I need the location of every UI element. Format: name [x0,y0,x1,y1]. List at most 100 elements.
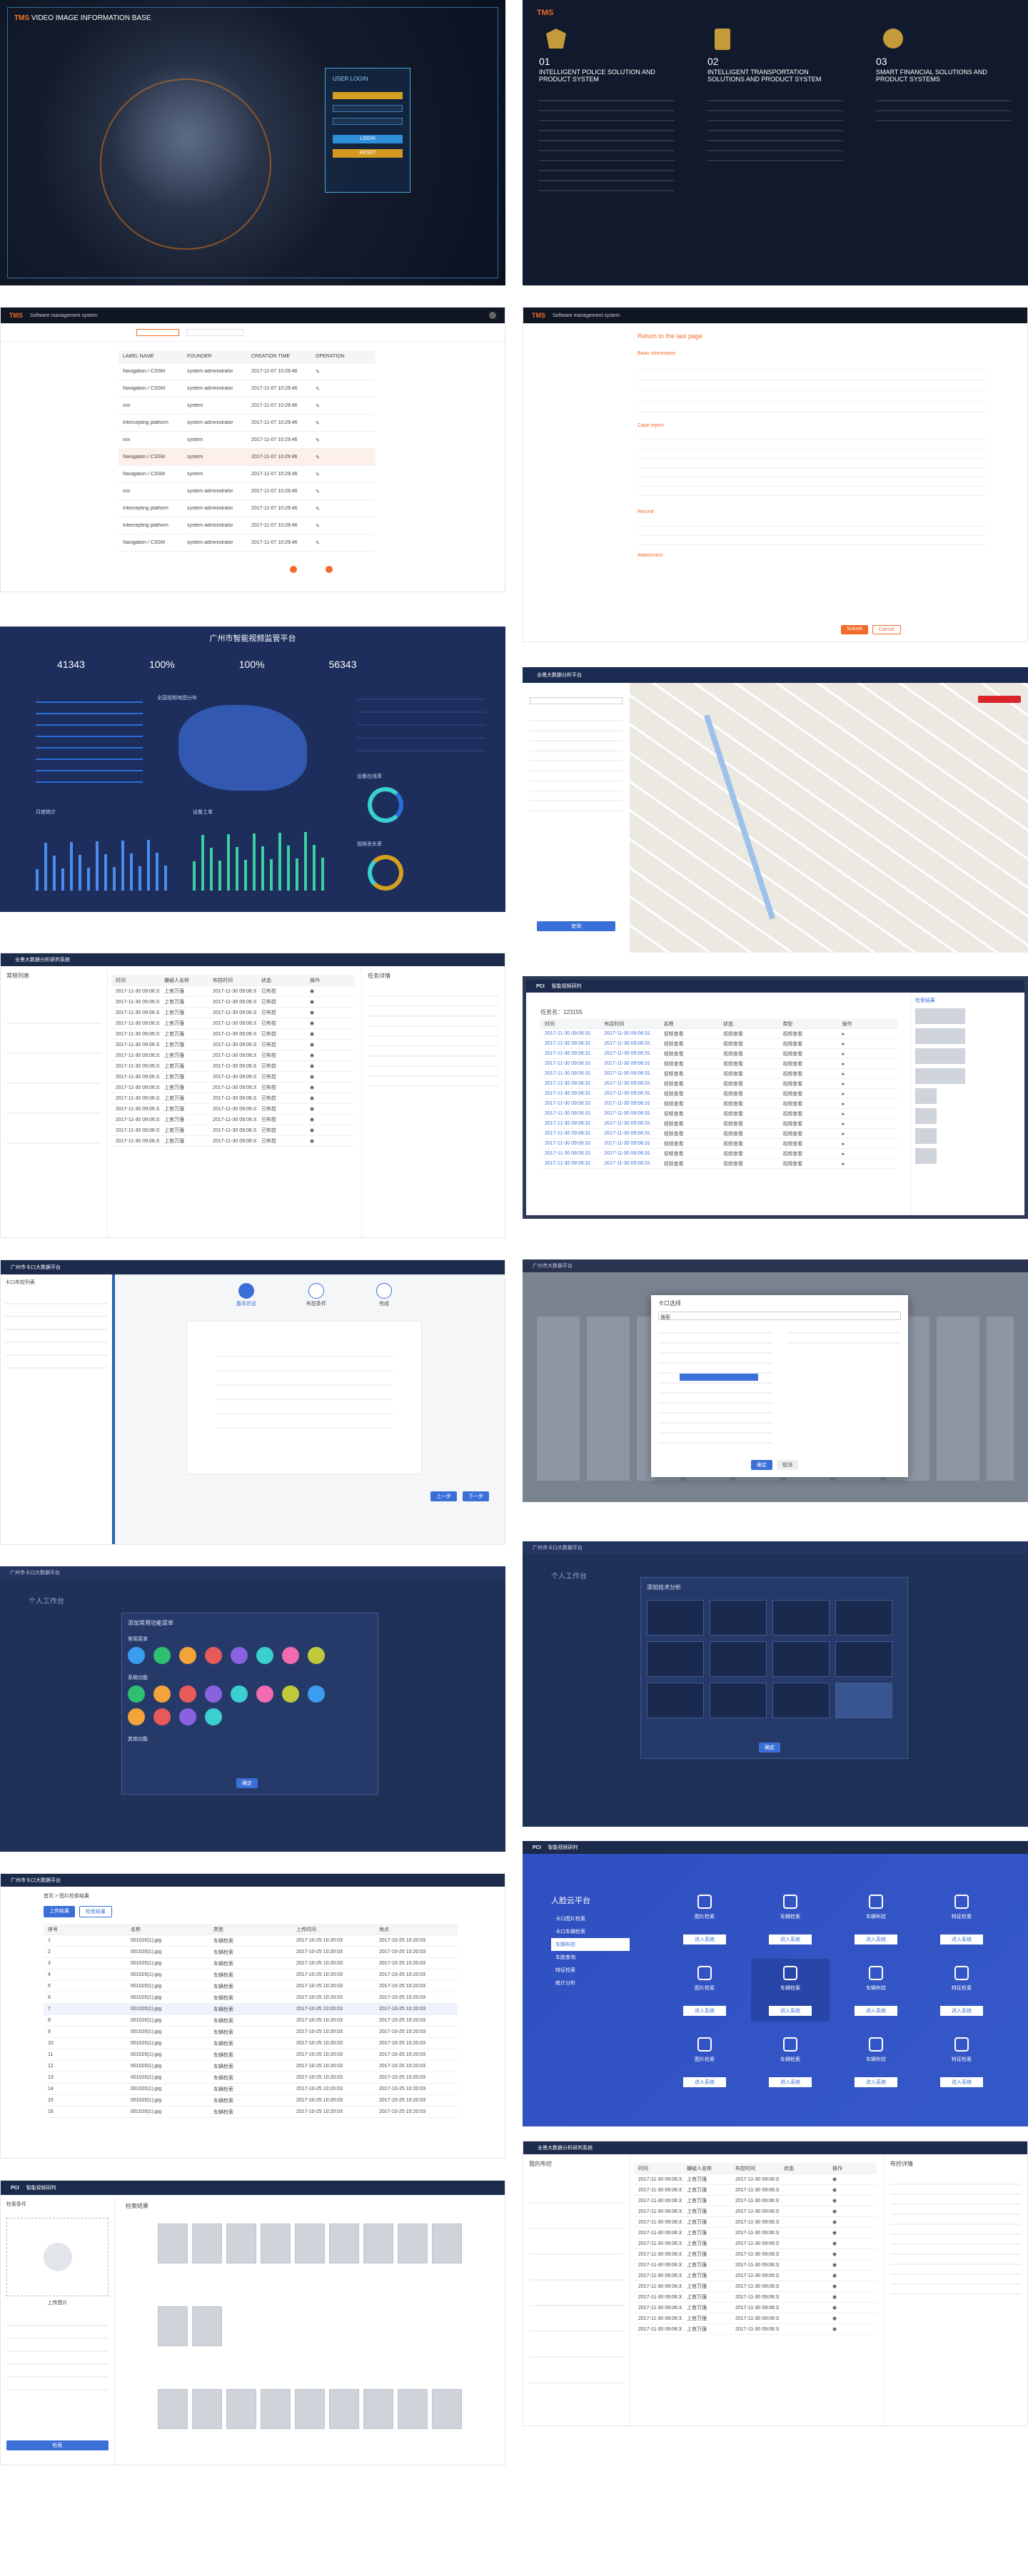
view-icon[interactable]: ◉ [306,999,354,1005]
search-input[interactable] [530,697,623,704]
result-thumbnail[interactable] [915,1048,965,1064]
detail-icon[interactable]: ▸ [838,1041,897,1047]
tree-list[interactable] [658,1324,772,1445]
feature-tile[interactable]: 车辆布控 进入系统 [837,1959,915,2022]
pagination[interactable] [290,566,333,573]
result-image[interactable] [192,2223,222,2263]
detail-icon[interactable]: ▸ [838,1121,897,1127]
edit-icon[interactable]: ✎ [311,455,376,460]
table-row[interactable]: 2017-11-30 09:06:31 上官万强 2017-11-30 09:06:… [634,2260,877,2271]
view-icon[interactable]: ◉ [828,2283,877,2289]
view-icon[interactable]: ◉ [306,1020,354,1026]
table-row[interactable]: 10 001020(1).jpg 车辆检索 2017-10-25 10:20:03 20… [44,2038,458,2049]
menu-function-icon[interactable] [231,1685,248,1703]
menu-function-icon[interactable] [308,1647,325,1664]
analysis-chart-thumbnail[interactable] [835,1641,892,1677]
street-map[interactable] [630,683,1028,953]
table-row[interactable]: 2017-11-30 09:06:31 上官万强 2017-11-30 09:06:… [634,2174,877,2185]
table-row[interactable]: 2017-11-30 09:06:31 上官万强 2017-11-30 09:06:… [111,1125,354,1136]
table-row[interactable]: 2017-11-30 09:06:31 上官万强 2017-11-30 09:06:… [111,1008,354,1018]
table-row[interactable]: 11 001020(1).jpg 车辆检索 2017-10-25 10:20:03 20… [44,2049,458,2061]
table-row[interactable]: Intercepting platform system administrato… [119,415,376,432]
table-row[interactable]: 2017-11-30 09:06:31 上官万强 2017-11-30 09:06:… [634,2292,877,2303]
modal-search[interactable]: 搜索 [658,1312,901,1320]
feature-tile[interactable]: 车辆检索 进入系统 [751,1959,830,2022]
table-row[interactable]: Intercepting platform system administrato… [119,517,376,534]
analysis-chart-thumbnail[interactable] [772,1641,830,1677]
result-thumbnail[interactable] [915,1028,965,1044]
table-row[interactable]: 2017-11-30 09:06:31 上官万强 2017-11-30 09:06:… [634,2238,877,2249]
menu-function-icon[interactable] [153,1708,171,1725]
result-thumbnail[interactable] [915,1148,937,1164]
table-row[interactable]: 2017-11-30 09:06:31 上官万强 2017-11-30 09:06:… [634,2271,877,2281]
next-page-button[interactable] [326,566,333,573]
ok-button[interactable]: 确定 [751,1460,772,1470]
menu-function-icon[interactable] [179,1647,196,1664]
table-row[interactable]: 2017-11-30 09:06:31 上官万强 2017-11-30 09:06:… [111,1050,354,1061]
table-row[interactable]: 2017-11-30 09:06:31 2017-11-30 09:06:31 视频… [540,1039,897,1049]
enter-button[interactable]: 进入系统 [855,2077,897,2087]
detail-icon[interactable]: ▸ [838,1091,897,1097]
edit-icon[interactable]: ✎ [311,386,376,392]
result-image[interactable] [329,2389,359,2429]
analysis-chart-thumbnail[interactable] [647,1600,704,1636]
table-row[interactable]: Navigation / CSSM system 2017-11-07 10:29:… [119,466,376,483]
menu-function-icon[interactable] [179,1708,196,1725]
edit-icon[interactable]: ✎ [311,403,376,409]
detail-icon[interactable]: ▸ [838,1071,897,1077]
map-badge[interactable] [978,696,1021,703]
table-row[interactable]: 2017-11-30 09:06:31 上官万强 2017-11-30 09:06:… [634,2281,877,2292]
result-image[interactable] [398,2389,428,2429]
captcha-input[interactable] [333,118,403,125]
result-image[interactable] [363,2223,393,2263]
table-row[interactable]: 2017-11-30 09:06:31 2017-11-30 09:06:31 视频… [540,1029,897,1039]
table-row[interactable]: 2017-11-30 09:06:31 上官万强 2017-11-30 09:06:… [111,1136,354,1147]
table-row[interactable]: 2017-11-30 09:06:31 上官万强 2017-11-30 09:06:… [111,1082,354,1093]
cancel-button[interactable]: 取消 [777,1460,798,1470]
menu-function-icon[interactable] [256,1647,273,1664]
result-image[interactable] [398,2223,428,2263]
side-menu-item[interactable]: 卡口图片检索 [551,1912,630,1925]
table-row[interactable]: Navigation / CSSM system administrator 201… [119,380,376,397]
view-icon[interactable]: ◉ [828,2305,877,2311]
table-row[interactable]: 2017-11-30 09:06:31 上官万强 2017-11-30 09:06:… [111,1029,354,1040]
enter-button[interactable]: 进入系统 [855,2006,897,2016]
side-items[interactable] [5,1292,108,1377]
table-row[interactable]: Navigation / CSSM system administrator 201… [119,363,376,380]
ok-button[interactable]: 确定 [759,1743,780,1753]
enter-button[interactable]: 进入系统 [855,1934,897,1944]
detail-icon[interactable]: ▸ [838,1081,897,1087]
edit-icon[interactable]: ✎ [311,420,376,426]
table-row[interactable]: 2017-11-30 09:06:31 上官万强 2017-11-30 09:06:… [634,2217,877,2228]
result-thumbnail[interactable] [915,1068,965,1084]
table-row[interactable]: 2017-11-30 09:06:31 2017-11-30 09:06:31 视频… [540,1059,897,1069]
prev-button[interactable]: 上一步 [430,1491,457,1501]
result-image[interactable] [158,2223,188,2263]
feature-tile[interactable]: 图片检索 进入系统 [665,2030,744,2093]
user-avatar[interactable] [489,312,496,319]
view-icon[interactable]: ◉ [828,2198,877,2204]
table-row[interactable]: 2017-11-30 09:06:31 2017-11-30 09:06:31 视频… [540,1149,897,1159]
table-row[interactable]: 4 001020(1).jpg 车辆检索 2017-10-25 10:20:03 201… [44,1969,458,1981]
login-button[interactable]: LOGIN [333,135,403,143]
detail-icon[interactable]: ▸ [838,1061,897,1067]
table-row[interactable]: xxx system 2017-11-07 10:29:46 ✎ [119,397,376,415]
view-icon[interactable]: ◉ [828,2251,877,2257]
prev-page-button[interactable] [290,566,297,573]
table-row[interactable]: 2017-11-30 09:06:31 2017-11-30 09:06:31 视频… [540,1129,897,1139]
analysis-chart-thumbnail[interactable] [710,1600,767,1636]
detail-icon[interactable]: ▸ [838,1111,897,1117]
table-row[interactable]: 2017-11-30 09:06:31 上官万强 2017-11-30 09:06:… [634,2249,877,2260]
enter-button[interactable]: 进入系统 [769,2006,812,2016]
view-icon[interactable]: ◉ [306,1074,354,1080]
table-row[interactable]: xxx system 2017-11-07 10:29:46 ✎ [119,432,376,449]
detail-icon[interactable]: ▸ [838,1141,897,1147]
table-row[interactable]: 2017-11-30 09:06:31 上官万强 2017-11-30 09:06:… [111,1093,354,1104]
table-row[interactable]: 5 001020(1).jpg 车辆检索 2017-10-25 10:20:03 201… [44,1981,458,1992]
menu-function-icon[interactable] [308,1685,325,1703]
view-icon[interactable]: ◉ [306,1138,354,1144]
view-icon[interactable]: ◉ [828,2326,877,2332]
result-image[interactable] [158,2306,188,2346]
edit-icon[interactable]: ✎ [311,523,376,529]
view-icon[interactable]: ◉ [828,2176,877,2182]
